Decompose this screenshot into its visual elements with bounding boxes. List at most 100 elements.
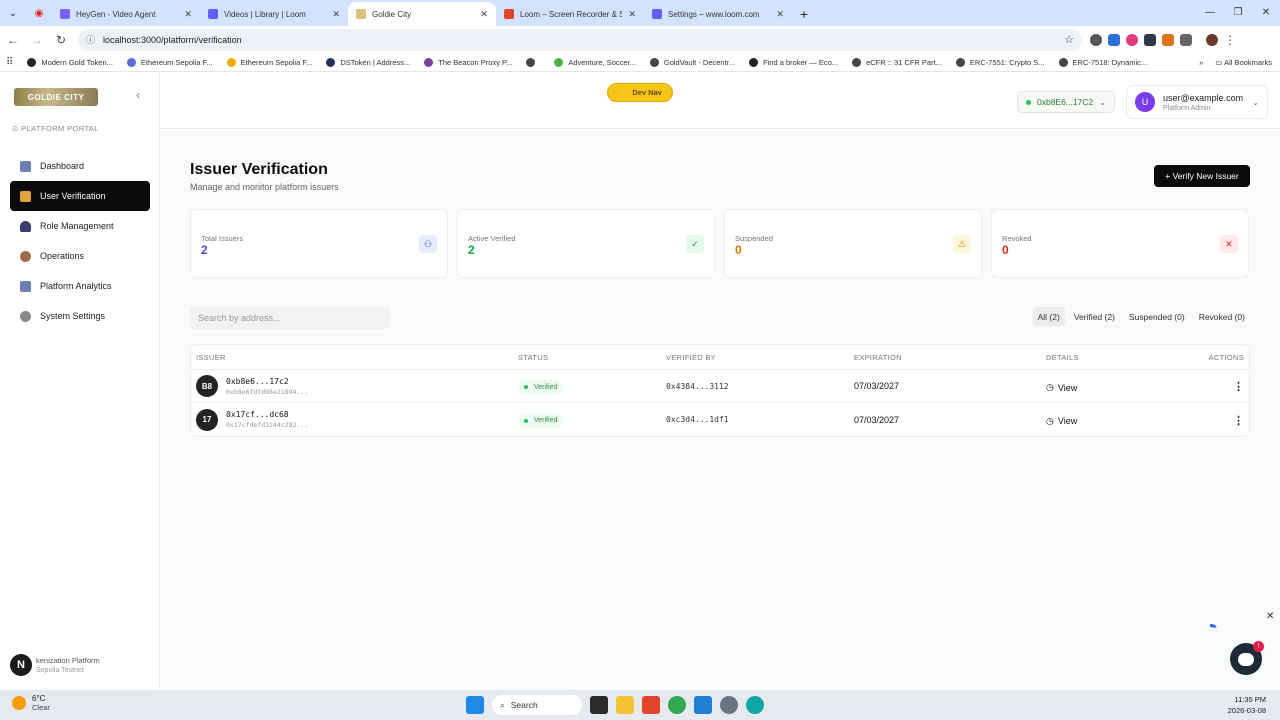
wallet-selector[interactable]: 0xb8E6...17C2 ⌄ — [1017, 91, 1115, 113]
tab-search-menu[interactable]: ⌄ — [0, 0, 26, 26]
close-window-icon[interactable]: ✕ — [1252, 0, 1280, 24]
bookmark[interactable]: Find a broker — Eco... — [749, 57, 838, 67]
sidebar-item-dashboard[interactable]: Dashboard — [10, 151, 150, 181]
site-info-icon[interactable]: ⓘ — [86, 33, 95, 46]
table-row[interactable]: 17 0x17cf...dc68 0x17cfdefd3244c292... V… — [191, 403, 1249, 436]
record-icon[interactable]: ◉ — [26, 0, 52, 26]
bookmark[interactable]: Ethereum Sepolia F... — [226, 57, 312, 67]
close-icon[interactable]: ✕ — [776, 9, 784, 20]
column-header: ACTIONS — [1208, 352, 1244, 362]
taskbar-search[interactable]: ⌕ Search — [492, 695, 582, 715]
bookmark[interactable]: eCFR :: 31 CFR Part... — [852, 57, 942, 67]
url-input[interactable]: ⓘ localhost:3000/platform/verification ☆ — [78, 28, 1082, 51]
browser-tab[interactable]: Videos | Library | Loom ✕ — [200, 2, 348, 26]
kebab-menu-icon[interactable]: ⋮ — [1224, 33, 1236, 47]
filter-all[interactable]: All (2) — [1032, 307, 1065, 326]
filter-revoked[interactable]: Revoked (0) — [1194, 307, 1250, 326]
settings-gear-icon[interactable] — [720, 696, 738, 714]
tab-favicon — [356, 9, 366, 19]
overflow-chevron-icon[interactable]: » — [1199, 58, 1203, 67]
browser-tab[interactable]: Loom – Screen Recorder & Scre ✕ — [496, 2, 644, 26]
sidebar-item-label: System Settings — [40, 311, 106, 321]
row-actions-icon[interactable]: ⋮ — [1233, 415, 1244, 427]
chrome-icon[interactable] — [668, 696, 686, 714]
bookmark[interactable]: DSToken | Address... — [326, 57, 410, 67]
task-view-icon[interactable] — [590, 696, 608, 714]
bookmark-label: eCFR :: 31 CFR Part... — [866, 57, 942, 67]
close-icon[interactable]: ✕ — [628, 9, 636, 20]
clock-time: 11:35 PM — [1234, 695, 1266, 704]
profile-avatar-icon[interactable] — [1206, 33, 1218, 46]
calendar-app-icon[interactable] — [642, 696, 660, 714]
bookmark[interactable]: ERC-7551: Crypto S... — [955, 57, 1045, 67]
reload-icon[interactable]: ↻ — [50, 29, 72, 51]
user-menu[interactable]: U user@example.com Platform Admin ⌄ — [1126, 85, 1268, 119]
sidebar-item-label: Operations — [40, 251, 85, 261]
stat-label: Revoked — [1002, 234, 1032, 243]
goldie-city-logo[interactable]: GOLDIE CITY — [14, 88, 98, 106]
close-icon[interactable]: ✕ — [184, 9, 192, 20]
browser-tab-active[interactable]: Goldie City ✕ — [348, 2, 496, 26]
collapse-sidebar-icon[interactable]: ‹ — [136, 88, 140, 102]
filter-suspended[interactable]: Suspended (0) — [1124, 307, 1190, 326]
apps-grid-icon[interactable]: ⠿ — [6, 57, 13, 68]
tab-favicon — [504, 9, 514, 19]
edge-icon[interactable] — [746, 696, 764, 714]
sidebar-item-label: Dashboard — [40, 161, 85, 171]
forward-icon[interactable]: → — [26, 29, 48, 51]
close-chat-icon[interactable]: ✕ — [1266, 611, 1274, 622]
stat-value: 0 — [735, 243, 742, 257]
bookmark-star-icon[interactable]: ☆ — [1064, 33, 1074, 46]
view-details-button[interactable]: ◷ View — [1046, 416, 1077, 427]
dev-nav-button[interactable]: ⚡ Dev Nav — [607, 83, 673, 102]
minimize-icon[interactable]: — — [1196, 0, 1224, 24]
restore-icon[interactable]: ❐ — [1224, 0, 1252, 24]
bookmark[interactable]: Adventure, Soccer... — [554, 57, 636, 67]
browser-tab[interactable]: HeyGen - Video Agent ✕ — [52, 2, 200, 26]
puzzle-icon[interactable] — [1180, 33, 1192, 46]
search-input[interactable]: Search by address... — [190, 307, 390, 329]
windows-start-icon[interactable] — [466, 696, 484, 714]
verify-new-issuer-button[interactable]: + Verify New Issuer — [1154, 165, 1250, 187]
vscode-icon[interactable] — [694, 696, 712, 714]
sidebar-item-user-verification[interactable]: User Verification — [10, 181, 150, 211]
weather-widget[interactable]: 6°C Clear — [12, 694, 50, 712]
view-details-button[interactable]: ◷ View — [1046, 382, 1077, 393]
issuer-address[interactable]: 0xb8e6...17c2 — [226, 377, 308, 386]
extension-icon[interactable] — [1126, 33, 1138, 46]
system-clock[interactable]: 11:35 PM 2026-03-08 — [1228, 694, 1266, 716]
bookmark[interactable]: GoldVault - Decentr... — [649, 57, 735, 67]
close-icon[interactable]: ✕ — [332, 9, 340, 20]
table-row[interactable]: B8 0xb8e6...17c2 0xb8e6fdfd98e21894... V… — [191, 370, 1249, 403]
bookmark[interactable]: Modern Gold Token... — [27, 57, 113, 67]
bookmark[interactable] — [526, 57, 540, 67]
clock-date: 2026-03-08 — [1227, 706, 1266, 715]
issuers-table: ISSUER STATUS VERIFIED BY EXPIRATION DET… — [190, 344, 1250, 437]
sidebar-item-role-management[interactable]: Role Management — [10, 211, 150, 241]
metamask-icon[interactable] — [1162, 33, 1174, 46]
bookmark[interactable]: Ethereum Sepolia F... — [126, 57, 213, 67]
extension-icon[interactable] — [1108, 33, 1120, 46]
status-badge: Verified — [518, 380, 564, 394]
taskbar-search-label: Search — [510, 700, 538, 710]
filter-verified[interactable]: Verified (2) — [1069, 307, 1120, 326]
extension-icon[interactable] — [1144, 33, 1156, 46]
new-tab-button[interactable]: + — [792, 2, 816, 26]
extension-icon[interactable] — [1090, 33, 1102, 46]
browser-tab[interactable]: Settings – www.loom.com ✕ — [644, 2, 792, 26]
avatar: U — [1135, 92, 1155, 112]
all-bookmarks[interactable]: ▭ All Bookmarks — [1215, 58, 1272, 67]
bookmark[interactable]: The Beacon Proxy P... — [424, 57, 512, 67]
next-badge[interactable]: N — [10, 654, 32, 676]
sidebar-item-platform-analytics[interactable]: Platform Analytics — [10, 271, 150, 301]
sidebar-item-system-settings[interactable]: System Settings — [10, 301, 150, 331]
chart-bar-icon — [20, 160, 31, 172]
file-explorer-icon[interactable] — [616, 696, 634, 714]
bookmark[interactable]: ERC-7518: Dynamic... — [1058, 57, 1147, 67]
user-role: Platform Admin — [1163, 104, 1211, 112]
back-icon[interactable]: ← — [2, 29, 24, 51]
row-actions-icon[interactable]: ⋮ — [1233, 381, 1244, 393]
close-icon[interactable]: ✕ — [480, 9, 488, 20]
issuer-address[interactable]: 0x17cf...dc68 — [226, 410, 308, 419]
sidebar-item-operations[interactable]: Operations — [10, 241, 150, 271]
